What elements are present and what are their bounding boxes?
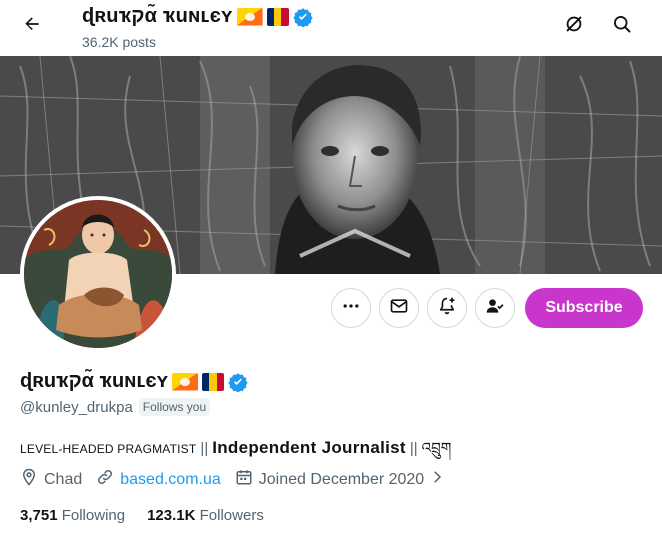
subscribe-button[interactable]: Subscribe [525, 288, 643, 328]
posts-count: 36.2K posts [82, 34, 156, 50]
handle-row: @kunley_drukpa Follows you [20, 398, 211, 416]
follow-stats: 3,751 Following 123.1K Followers [20, 507, 264, 524]
person-check-icon [485, 296, 505, 321]
followers-link[interactable]: 123.1K Followers [147, 507, 264, 524]
profile-handle: @kunley_drukpa [20, 398, 133, 416]
followers-label: Followers [199, 507, 264, 524]
profile-display-name: ɖʀuҡקα̃ ҡuɴʟєʏ [20, 370, 168, 392]
verified-badge-icon [292, 7, 313, 27]
bio-separator-2: || [409, 440, 418, 457]
profile-name: ɖʀuҡקα̃ ҡuɴʟєʏ [20, 370, 248, 393]
profile-avatar[interactable] [20, 196, 176, 352]
more-button[interactable] [331, 288, 371, 328]
profile-meta: Chad based.com.ua Joined December 2020 [20, 468, 458, 491]
following-count: 3,751 [20, 507, 58, 524]
location-item: Chad [20, 468, 82, 491]
search-icon [612, 14, 632, 39]
mail-icon [389, 296, 409, 321]
bhutan-flag-icon [236, 7, 263, 26]
message-button[interactable] [379, 288, 419, 328]
grok-icon [563, 13, 585, 40]
chevron-right-icon [430, 468, 444, 491]
bio-part-2: Independent Journalist [212, 438, 406, 457]
bio-separator-1: || [200, 440, 209, 457]
following-link[interactable]: 3,751 Following [20, 507, 125, 524]
arrow-left-icon [22, 14, 42, 39]
back-button[interactable] [14, 8, 50, 44]
joined-text: Joined December 2020 [258, 470, 425, 488]
joined-item[interactable]: Joined December 2020 [235, 468, 444, 491]
followers-count: 123.1K [147, 507, 196, 524]
header-display-name: ɖʀuҡקα̃ ҡuɴʟєʏ [82, 5, 233, 27]
website-link[interactable]: based.com.ua [120, 471, 221, 489]
location-pin-icon [20, 468, 38, 491]
location-text: Chad [44, 470, 83, 488]
calendar-icon [235, 468, 253, 491]
bio-part-1: LEVEL-HEADED PRAGMATIST [20, 442, 197, 456]
chad-flag-icon [201, 372, 224, 391]
verified-badge-icon[interactable] [228, 372, 248, 392]
top-bar: ɖʀuҡקα̃ ҡuɴʟєʏ 36.2K posts [0, 0, 662, 56]
bell-plus-icon [437, 296, 457, 321]
bhutan-flag-icon [171, 372, 198, 391]
notify-button[interactable] [427, 288, 467, 328]
grok-button[interactable] [556, 8, 592, 44]
following-button[interactable] [475, 288, 515, 328]
following-label: Following [61, 507, 126, 524]
more-icon [341, 296, 361, 321]
link-icon [96, 468, 114, 491]
avatar-image [24, 200, 172, 348]
chad-flag-icon [266, 7, 289, 26]
follows-you-badge: Follows you [138, 398, 211, 416]
header-title: ɖʀuҡקα̃ ҡuɴʟєʏ [82, 5, 313, 28]
search-button[interactable] [604, 8, 640, 44]
website-item: based.com.ua [96, 468, 221, 491]
